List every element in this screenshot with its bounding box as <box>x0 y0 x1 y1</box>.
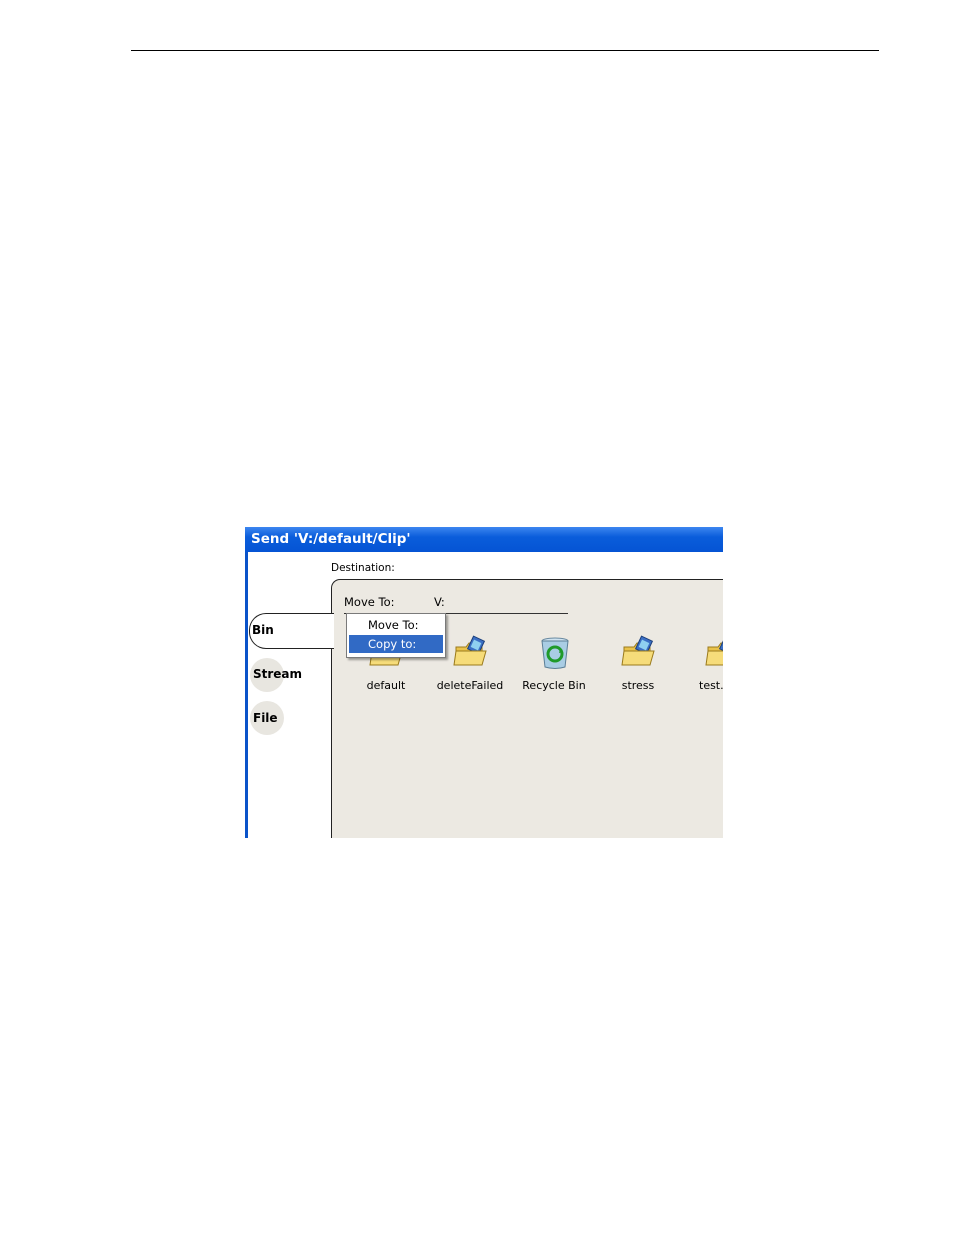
title-bar[interactable]: Send 'V:/default/Clip' <box>245 527 723 552</box>
bin-label: stress <box>621 679 655 692</box>
window-border <box>245 552 248 838</box>
bin-label: Recycle Bin <box>522 679 586 692</box>
window-title: Send 'V:/default/Clip' <box>251 531 411 547</box>
bin-item-test[interactable]: test.c <box>682 635 723 705</box>
send-dialog: Send 'V:/default/Clip' Destination: Bin … <box>245 527 723 838</box>
recycle-bin-icon <box>536 635 574 673</box>
bin-label: deleteFailed <box>436 679 504 692</box>
menu-item-move-to[interactable]: Move To: <box>349 616 443 634</box>
location-label: V: <box>434 595 445 609</box>
folder-clip-icon <box>704 635 723 673</box>
menu-item-label: Move To: <box>368 618 419 632</box>
bin-item-recycle-bin[interactable]: Recycle Bin <box>514 635 594 705</box>
menu-item-copy-to[interactable]: Copy to: <box>349 635 443 653</box>
menu-item-label: Copy to: <box>368 637 417 651</box>
destination-label: Destination: <box>331 562 395 574</box>
tab-bin-joint <box>331 614 334 647</box>
bin-label: default <box>366 679 406 692</box>
move-to-label[interactable]: Move To: <box>344 595 394 609</box>
folder-clip-icon <box>620 635 658 673</box>
folder-clip-icon <box>452 635 490 673</box>
bin-item-stress[interactable]: stress <box>598 635 678 705</box>
tab-file-label: File <box>253 711 278 725</box>
bin-label: test.c <box>699 679 723 692</box>
tab-bin-label: Bin <box>252 623 274 637</box>
page-header-rule <box>131 50 879 51</box>
tab-stream-label: Stream <box>253 667 303 681</box>
move-copy-menu: Move To: Copy to: <box>346 613 446 658</box>
